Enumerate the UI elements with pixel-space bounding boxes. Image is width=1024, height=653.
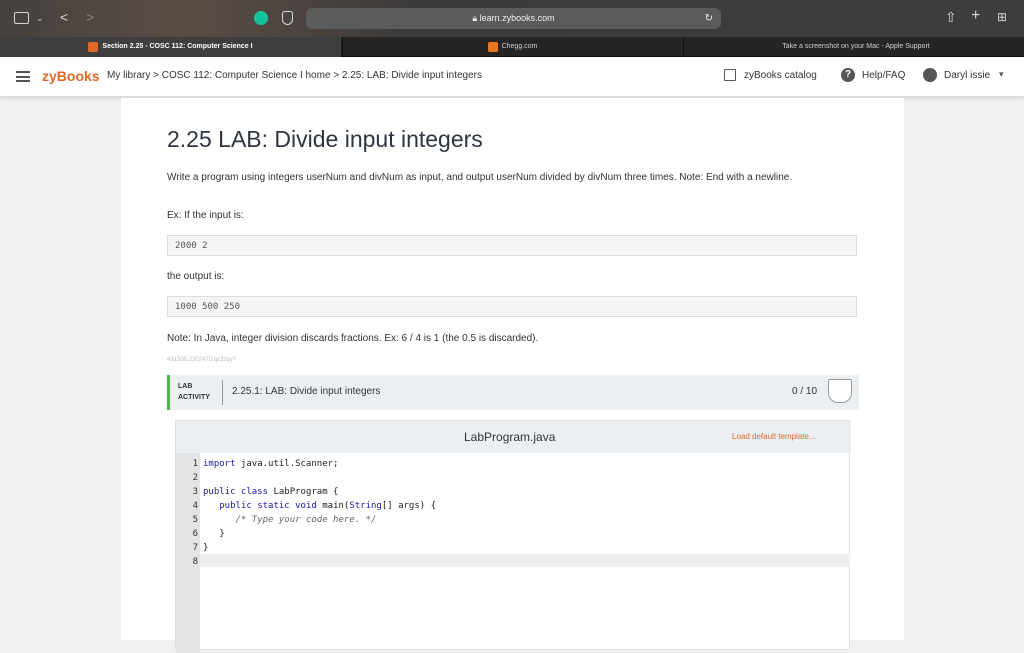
lab-activity-header: LAB ACTIVITY 2.25.1: LAB: Divide input i…: [167, 375, 859, 410]
browser-toolbar: ⌄ < > 🔒︎ learn.zybooks.com ↻ ⇧ + ⊞: [0, 0, 1024, 37]
lock-icon: 🔒︎: [472, 13, 480, 23]
code-editor: LabProgram.java Load default template...…: [175, 420, 851, 653]
help-link[interactable]: Help/FAQ: [862, 70, 905, 81]
line-number: 6: [192, 529, 198, 539]
editor-header: LabProgram.java Load default template...: [176, 421, 851, 453]
divider: [222, 380, 223, 405]
grammarly-icon[interactable]: [254, 11, 268, 25]
sidebar-icon[interactable]: [14, 12, 29, 24]
tab-chegg[interactable]: Chegg.com: [342, 37, 682, 57]
zybooks-header: zyBooks My library > COSC 112: Computer …: [0, 57, 1024, 97]
address-bar[interactable]: 🔒︎ learn.zybooks.com ↻: [306, 8, 721, 29]
tab-label: Chegg.com: [501, 43, 538, 50]
catalog-icon[interactable]: [724, 69, 736, 81]
activity-id: 431500.2302470.qx3zqy7: [167, 357, 237, 363]
line-number: 3: [192, 487, 198, 497]
new-tab-icon[interactable]: +: [971, 8, 980, 24]
share-icon[interactable]: ⇧: [945, 10, 957, 24]
forward-icon[interactable]: >: [86, 10, 94, 24]
breadcrumb[interactable]: My library > COSC 112: Computer Science …: [107, 70, 482, 81]
code-line-7: }: [203, 543, 209, 553]
code-line-1: import java.util.Scanner;: [203, 459, 339, 469]
output-label: the output is:: [167, 271, 225, 282]
instructions: Write a program using integers userNum a…: [167, 172, 793, 183]
menu-icon[interactable]: [16, 71, 30, 82]
reload-icon[interactable]: ↻: [705, 8, 713, 29]
chevron-down-icon[interactable]: ▾: [999, 69, 1004, 80]
code-area[interactable]: import java.util.Scanner; public class L…: [200, 453, 850, 651]
output-example: 1000 500 250: [167, 296, 857, 317]
completion-badge-icon: [828, 379, 852, 403]
tab-overview-icon[interactable]: ⊞: [997, 10, 1007, 24]
line-number: 2: [192, 473, 198, 483]
code-line-6: }: [203, 529, 225, 539]
lab-title: 2.25.1: LAB: Divide input integers: [232, 386, 381, 397]
code-line-4: public static void main(String[] args) {: [219, 501, 437, 511]
user-name[interactable]: Daryl issie: [944, 70, 990, 81]
file-name: LabProgram.java: [464, 430, 556, 444]
line-number: 1: [192, 459, 198, 469]
code-line-3: public class LabProgram {: [203, 487, 339, 497]
user-avatar-icon[interactable]: [923, 68, 937, 82]
tab-label: Take a screenshot on your Mac - Apple Su…: [782, 43, 930, 50]
chegg-favicon: [487, 42, 498, 52]
line-number: 8: [192, 557, 198, 567]
line-number: 4: [192, 501, 198, 511]
catalog-link[interactable]: zyBooks catalog: [744, 70, 817, 81]
tab-label: Section 2.25 - COSC 112: Computer Scienc…: [102, 43, 253, 50]
line-gutter: [176, 453, 200, 653]
input-example: 2000 2: [167, 235, 857, 256]
chevron-down-icon[interactable]: ⌄: [36, 11, 44, 25]
page-title: 2.25 LAB: Divide input integers: [167, 126, 483, 152]
tab-bar: Section 2.25 - COSC 112: Computer Scienc…: [0, 37, 1024, 57]
back-icon[interactable]: <: [60, 10, 68, 24]
example-label: Ex: If the input is:: [167, 210, 244, 221]
tab-zybooks[interactable]: Section 2.25 - COSC 112: Computer Scienc…: [0, 37, 341, 57]
tab-apple-support[interactable]: Take a screenshot on your Mac - Apple Su…: [683, 37, 1024, 57]
line-number: 7: [192, 543, 198, 553]
lab-score: 0 / 10: [792, 386, 818, 397]
url-text: learn.zybooks.com: [479, 13, 555, 23]
content-panel: 2.25 LAB: Divide input integers Write a …: [121, 98, 904, 653]
code-line-5: /* Type your code here. */: [235, 515, 377, 525]
zybooks-logo[interactable]: zyBooks: [42, 68, 100, 84]
zybooks-favicon: [88, 42, 99, 52]
load-template-link[interactable]: Load default template...: [732, 432, 816, 441]
note: Note: In Java, integer division discards…: [167, 333, 539, 344]
help-icon[interactable]: ?: [841, 68, 855, 82]
line-number: 5: [192, 515, 198, 525]
shield-icon[interactable]: [282, 11, 293, 25]
lab-tag: LAB ACTIVITY: [178, 383, 210, 401]
